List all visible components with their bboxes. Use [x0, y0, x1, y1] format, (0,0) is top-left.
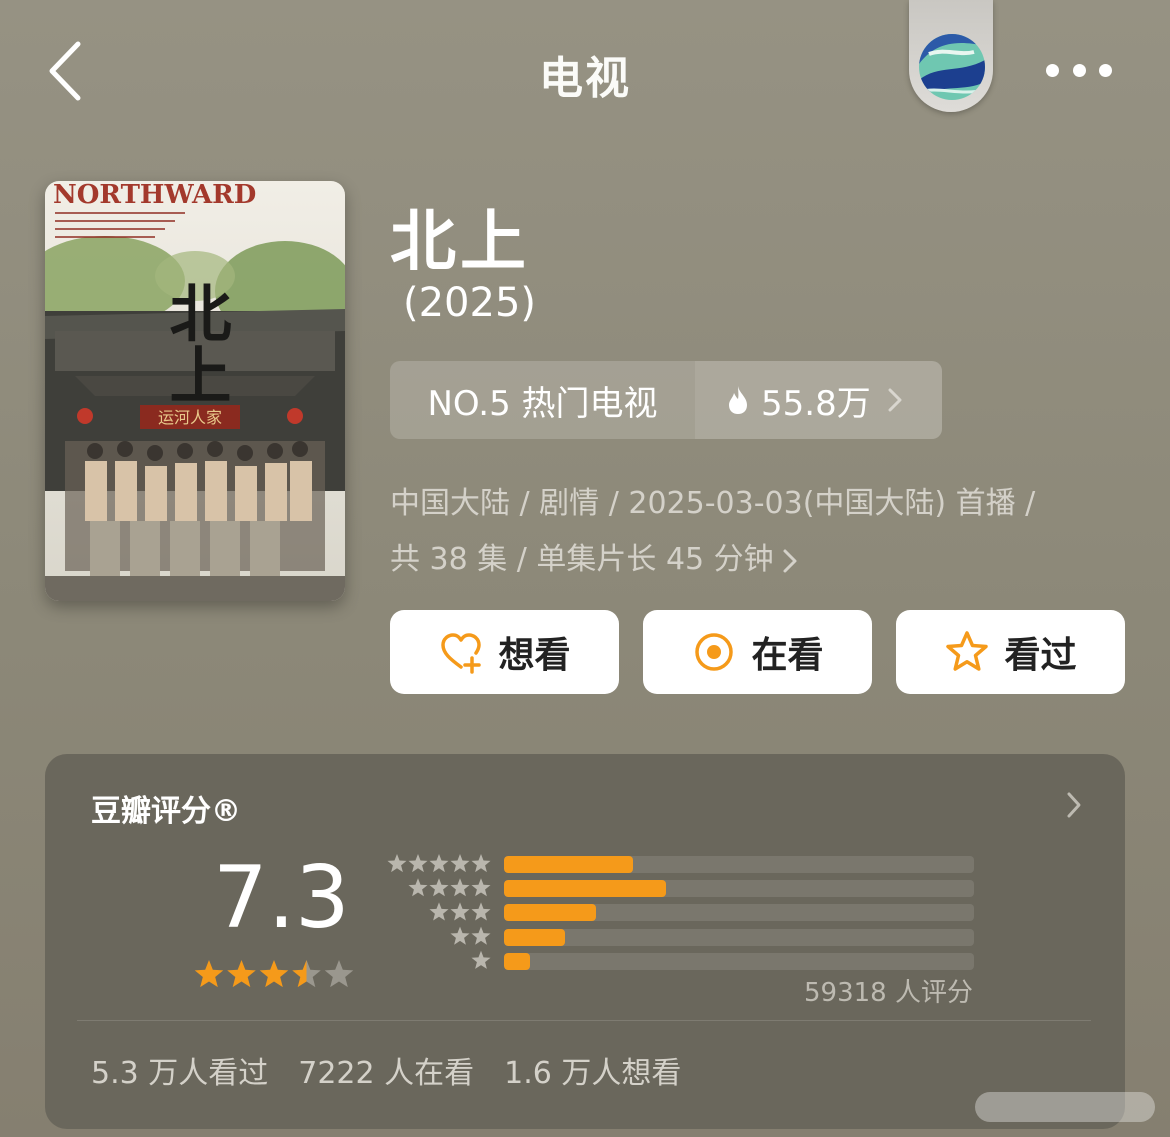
rank-badge[interactable]: NO.5 热门电视 55.8万 [390, 361, 942, 439]
stat-watched[interactable]: 5.3 万人看过 [91, 1048, 268, 1092]
distribution-star [471, 926, 491, 945]
rating-bar-fill [504, 880, 667, 898]
rating-star [227, 960, 256, 988]
show-title: 北上 [390, 203, 530, 280]
rating-bar-2-star [504, 928, 974, 946]
rating-card[interactable]: 豆瓣评分® 7.3 59318 人评分 5.3 万人看过 7222 人在看 1.… [45, 754, 1125, 1129]
stat-want[interactable]: 1.6 万人想看 [504, 1048, 681, 1092]
avatar-tab[interactable] [909, 0, 993, 112]
watching-label: 在看 [751, 635, 824, 676]
star-outline-icon [946, 631, 989, 671]
rating-stars [194, 960, 354, 988]
watching-button[interactable]: 在看 [643, 610, 872, 694]
rating-star [292, 960, 321, 988]
rating-bar-fill [504, 856, 634, 873]
rating-bar-5-star [504, 856, 974, 873]
watched-label: 看过 [1004, 635, 1077, 676]
rating-bar-fill [504, 928, 566, 946]
heat-value: 55.8万 [761, 383, 871, 424]
rating-star [194, 960, 224, 988]
distribution-star [450, 902, 470, 921]
poster-image[interactable]: 运河人家 NORTHWARD 北上 [45, 181, 345, 601]
distribution-star [429, 878, 449, 897]
distribution-star-labels [387, 854, 491, 969]
rating-bar-1-star [504, 952, 974, 970]
rating-bar-4-star [504, 880, 974, 898]
show-year: (2025) [403, 280, 537, 326]
want-button[interactable]: 想看 [390, 610, 619, 694]
distribution-star [471, 854, 491, 873]
watermark-logo [975, 1092, 1155, 1122]
want-label: 想看 [498, 635, 571, 676]
more-dot [1072, 63, 1086, 77]
flame-icon [729, 386, 747, 414]
distribution-star [408, 854, 428, 873]
watch-stats: 5.3 万人看过 7222 人在看 1.6 万人想看 [91, 1048, 681, 1092]
chevron-right-icon [783, 549, 797, 572]
distribution-star [429, 902, 449, 921]
wave-avatar-icon [919, 34, 985, 100]
rating-bar-fill [504, 952, 530, 970]
page-title: 电视 [539, 53, 631, 104]
watched-button[interactable]: 看过 [896, 610, 1125, 694]
rating-star [259, 960, 289, 988]
rating-count: 59318 人评分 [804, 978, 973, 1008]
heart-plus-icon [441, 633, 482, 674]
distribution-star [471, 902, 491, 921]
divider [77, 1020, 1091, 1021]
distribution-star [408, 878, 428, 897]
avatar[interactable] [919, 34, 985, 100]
distribution-star [429, 854, 449, 873]
rating-score: 7.3 [213, 848, 350, 948]
poster-title-en: NORTHWARD [53, 181, 256, 210]
distribution-star [471, 878, 491, 897]
distribution-star [450, 878, 470, 897]
rating-bar-3-star [504, 904, 974, 922]
poster-calligraphy: 北上 [159, 281, 232, 405]
rating-label: 豆瓣评分® [91, 794, 241, 829]
heat-section[interactable]: 55.8万 [695, 361, 942, 439]
distribution-star [471, 950, 491, 969]
chevron-right-icon[interactable] [1065, 790, 1083, 820]
distribution-star [450, 926, 470, 945]
rating-star [324, 960, 354, 988]
distribution-star [450, 854, 470, 873]
show-meta[interactable]: 中国大陆 / 剧情 / 2025-03-03(中国大陆) 首播 / 共 38 集… [390, 476, 1110, 588]
chevron-right-icon [888, 388, 902, 412]
target-icon [695, 633, 734, 671]
more-dot [1099, 63, 1112, 77]
poster-sign-text: 运河人家 [158, 408, 222, 427]
meta-line-2: 共 38 集 / 单集片长 45 分钟 [390, 542, 774, 577]
more-dot [1046, 63, 1059, 77]
rating-bar-fill [504, 904, 596, 922]
rank-label: NO.5 热门电视 [427, 383, 658, 424]
distribution-star [387, 854, 407, 873]
stat-watching[interactable]: 7222 人在看 [298, 1048, 474, 1092]
meta-line-1: 中国大陆 / 剧情 / 2025-03-03(中国大陆) 首播 / [390, 486, 1036, 521]
more-button[interactable] [1046, 60, 1112, 80]
